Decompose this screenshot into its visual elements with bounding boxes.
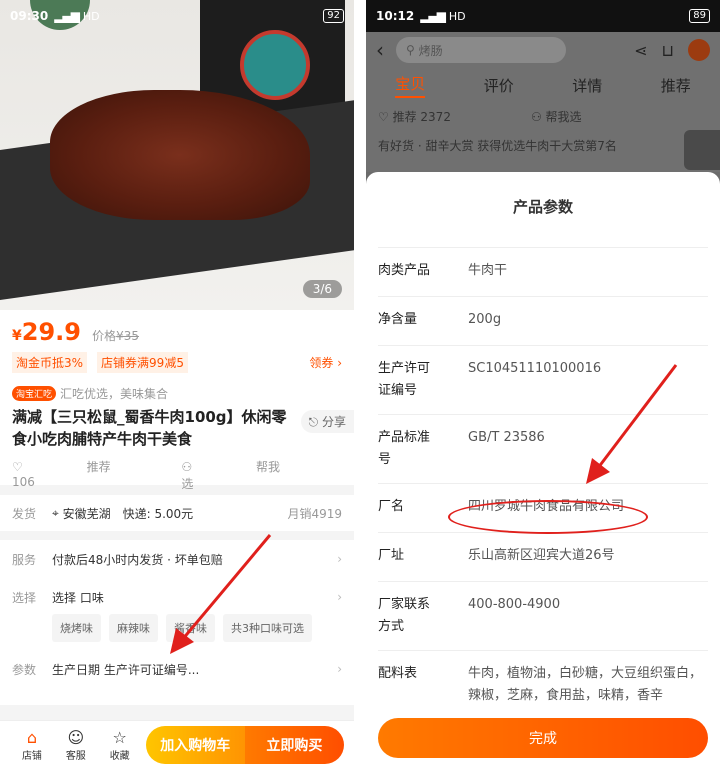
rank-text: 有好货 · 甜辛大赏 获得优选牛肉干大赏第7名 [378,139,617,153]
param-row: 配料表 牛肉，植物油，白砂糖，大豆组织蛋白，辣椒，芝麻，食用盐，味精，香辛 [378,666,703,703]
shop-tag: 淘宝汇吃 [12,386,57,401]
flavor-option[interactable]: 烧烤味 [52,614,101,642]
promo-row[interactable]: 淘金币抵3% 店铺券满99减5 领券 › [12,352,342,373]
action-row: ♡ 推荐 2372 ⚇ 帮我选 [366,102,720,131]
sheet-title: 产品参数 [378,172,708,248]
dimmed-page: ‹ ⚲ 烤肠 ⋖ ⊔ 宝贝 评价 详情 推荐 ♡ 推荐 2372 ⚇ 帮我选 有… [366,32,720,172]
left-screen: 09:30 ▂▄▆ HD 92 3/6 ¥29.9 价格¥35 淘金币抵3% 店… [0,0,354,768]
param-row: 厂址 乐山高新区迎宾大道26号 [378,533,708,582]
gallery-counter: 3/6 [302,280,342,298]
claim-coupon-link[interactable]: 领券 › [309,354,342,371]
tab-bar: 宝贝 评价 详情 推荐 [366,68,720,102]
promo-coupon[interactable]: 店铺券满99减5 [97,352,188,373]
heart-icon: ♡ [378,110,389,124]
price: ¥29.9 [12,318,81,346]
store-icon: ⌂ [26,727,38,747]
tab-recommend[interactable]: 推荐 [661,75,691,96]
chevron-right-icon: › [337,590,342,604]
more-icon[interactable] [688,39,710,61]
price-card: ¥29.9 价格¥35 淘金币抵3% 店铺券满99减5 领券 › 淘宝汇吃 汇吃… [0,310,354,491]
status-time: 09:30 [10,9,49,23]
chevron-right-icon: › [337,662,342,676]
network-label: HD [448,9,466,23]
params-row[interactable]: 参数 生产日期 生产许可证编号... › [12,650,342,688]
param-row: 生产许可证编号 SC10451110100016 [378,346,708,415]
param-row: 肉类产品 牛肉干 [378,248,708,297]
side-widget[interactable] [684,130,720,170]
shop-button[interactable]: ⌂ 店铺 [10,728,54,762]
choose-row[interactable]: 选择 选择 口味 › [12,578,342,616]
param-row: 厂家联系方式 400-800-4900 [378,582,708,651]
signal-icon: ▂▄▆ [420,9,446,23]
share-icon: ⎋ [308,415,319,429]
param-row: 产品标准号 GB/T 23586 [378,415,708,484]
action-row: ♡ 推荐 106 ⚇ 帮我选 [12,458,342,492]
star-icon: ☆ [112,727,127,747]
signal-icon: ▂▄▆ [54,9,80,23]
param-row: 净含量 200g [378,297,708,346]
shop-row: 淘宝汇吃 汇吃优选，美味集合 [12,385,342,402]
bottom-bar: ⌂ 店铺 ☺ 客服 ☆ 收藏 加入购物车 立即购买 [0,720,354,768]
recommend-button[interactable]: ♡ 推荐 106 [12,458,121,492]
buy-now-button[interactable]: 立即购买 [244,725,344,764]
promo-coin[interactable]: 淘金币抵3% [12,352,88,373]
beef-jerky-image [50,90,310,220]
search-input[interactable]: ⚲ 烤肠 [396,37,566,63]
chevron-right-icon: › [337,552,342,566]
service-row[interactable]: 服务 付款后48小时内发货 · 坏单包赔 › [12,540,342,578]
flavor-options: 烧烤味 麻辣味 酱香味 共3种口味可选 [52,614,342,642]
annotation-oval [448,500,648,534]
flavor-option[interactable]: 麻辣味 [109,614,158,642]
search-row: ‹ ⚲ 烤肠 ⋖ ⊔ [366,32,720,68]
status-bar: 09:30 ▂▄▆ HD 92 [0,0,354,32]
add-to-cart-button[interactable]: 加入购物车 [145,725,245,764]
product-image[interactable]: 3/6 [0,0,354,310]
battery-icon: 89 [689,9,710,23]
done-button[interactable]: 完成 [378,718,708,758]
flavor-count[interactable]: 共3种口味可选 [223,614,312,642]
people-icon: ⚇ [181,460,193,474]
status-bar: 10:12 ▂▄▆ HD 89 [366,0,720,32]
right-screen: 10:12 ▂▄▆ HD 89 ‹ ⚲ 烤肠 ⋖ ⊔ 宝贝 评价 详情 推荐 ♡… [366,0,720,768]
express-fee: 快递: 5.00元 [122,506,194,521]
details-card: 服务 付款后48小时内发货 · 坏单包赔 › 选择 选择 口味 › 烧烤味 麻辣… [0,540,354,705]
chevron-right-icon: › [337,356,342,370]
search-icon: ⚲ [406,43,415,57]
tab-details[interactable]: 详情 [572,75,602,96]
params-sheet: 产品参数 肉类产品 牛肉干 净含量 200g 生产许可证编号 SC1045111010… [366,172,720,768]
heart-icon: ♡ [12,460,23,474]
cart-icon[interactable]: ⊔ [662,41,674,60]
status-time: 10:12 [376,9,415,23]
shop-slogan: 汇吃优选，美味集合 [60,387,169,401]
original-price: 价格¥35 [92,329,139,343]
help-pick-button[interactable]: ⚇ 帮我选 [531,108,582,125]
monthly-sales: 月销4919 [287,506,342,521]
product-title: 满减【三只松鼠_蜀香牛肉100g】休闲零食小吃肉脯特产牛肉干美食 [12,408,287,448]
chat-icon: ☺ [67,727,85,747]
flavor-option[interactable]: 酱香味 [166,614,215,642]
pin-icon: ⌖ [52,505,63,520]
battery-icon: 92 [323,9,344,23]
price-row: ¥29.9 价格¥35 [12,318,342,346]
customer-service-button[interactable]: ☺ 客服 [54,728,98,762]
screen-divider [354,0,366,768]
delivery-row[interactable]: 发货 ⌖ 安徽芜湖 快递: 5.00元 月销4919 [0,495,354,531]
recommend-button[interactable]: ♡ 推荐 2372 [378,108,451,125]
tab-reviews[interactable]: 评价 [484,75,514,96]
share-button[interactable]: ⎋ 分享 [300,410,354,433]
delivery-location: 安徽芜湖 [62,506,111,521]
help-pick-button[interactable]: ⚇ 帮我选 [181,458,282,492]
share-icon[interactable]: ⋖ [634,41,647,60]
favorite-button[interactable]: ☆ 收藏 [98,728,142,762]
tab-item[interactable]: 宝贝 [395,73,426,98]
people-icon: ⚇ [530,110,542,124]
back-icon[interactable]: ‹ [376,38,384,62]
network-label: HD [82,9,100,23]
